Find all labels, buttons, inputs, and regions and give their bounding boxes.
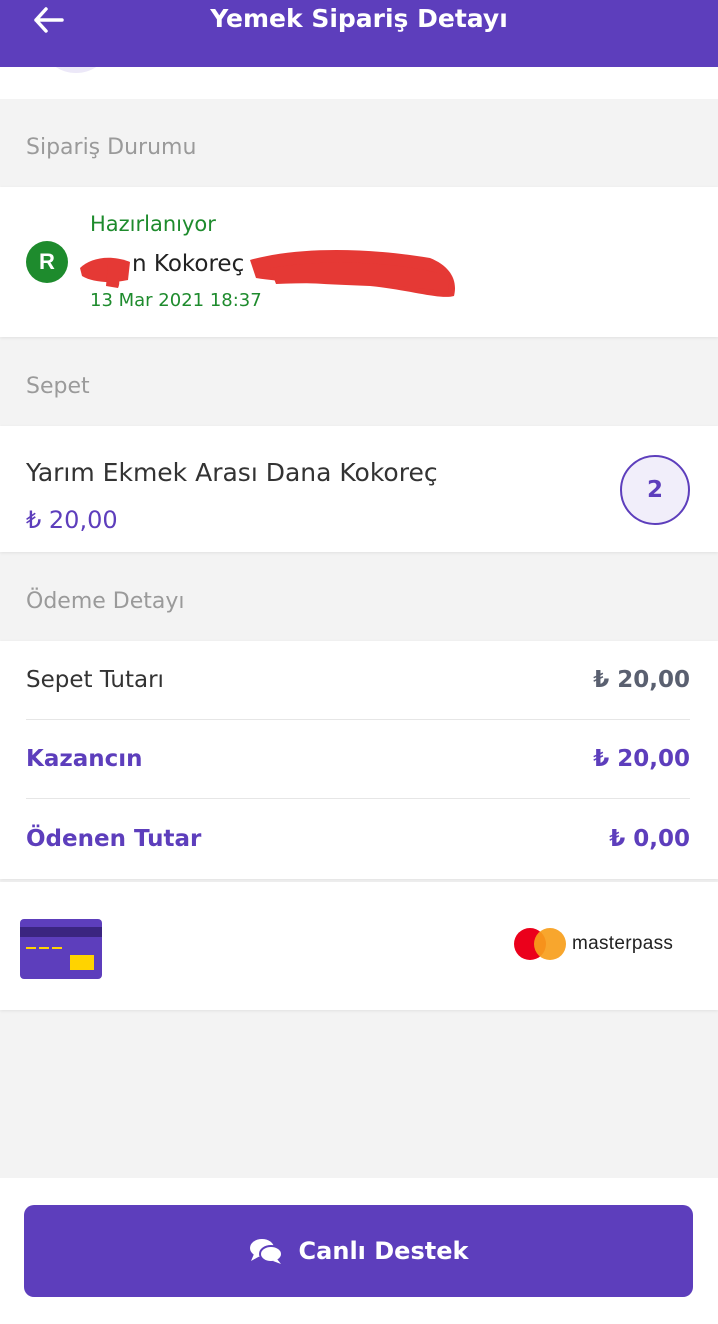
restaurant-badge: R: [26, 241, 68, 283]
previous-card: [0, 67, 718, 99]
payment-row-label: Ödenen Tutar: [26, 825, 202, 852]
basket-item-price: ₺ 20,00: [26, 506, 118, 534]
quantity-badge: 2: [620, 455, 690, 525]
payment-row-label: Kazancın: [26, 746, 143, 772]
payment-row-value: ₺ 0,00: [609, 825, 690, 852]
chat-bubbles-icon: [249, 1237, 283, 1265]
live-support-button[interactable]: Canlı Destek: [24, 1205, 693, 1297]
payment-row-value: ₺ 20,00: [593, 667, 690, 693]
order-date: 13 Mar 2021 18:37: [90, 290, 262, 311]
app-header: Yemek Sipariş Detayı: [0, 0, 718, 67]
avatar: [46, 67, 106, 73]
masterpass-logo: masterpass: [514, 928, 673, 960]
section-label-order-status: Sipariş Durumu: [26, 135, 197, 160]
masterpass-wordmark: masterpass: [572, 933, 674, 954]
payment-row-label: Sepet Tutarı: [26, 667, 164, 693]
order-status-text: Hazırlanıyor: [90, 212, 216, 236]
basket-item-name: Yarım Ekmek Arası Dana Kokoreç: [26, 458, 438, 487]
page-title: Yemek Sipariş Detayı: [210, 4, 508, 33]
section-label-basket: Sepet: [26, 374, 90, 399]
payment-row-basket-total: Sepet Tutarı ₺ 20,00: [26, 641, 690, 720]
section-label-payment: Ödeme Detayı: [26, 589, 185, 614]
credit-card-icon: [20, 919, 102, 979]
payment-row-earnings: Kazancın ₺ 20,00: [26, 720, 690, 799]
payment-row-paid-amount: Ödenen Tutar ₺ 0,00: [26, 799, 690, 878]
mastercard-circles-icon: [514, 928, 566, 960]
payment-row-value: ₺ 20,00: [593, 746, 690, 772]
live-support-label: Canlı Destek: [298, 1237, 469, 1265]
